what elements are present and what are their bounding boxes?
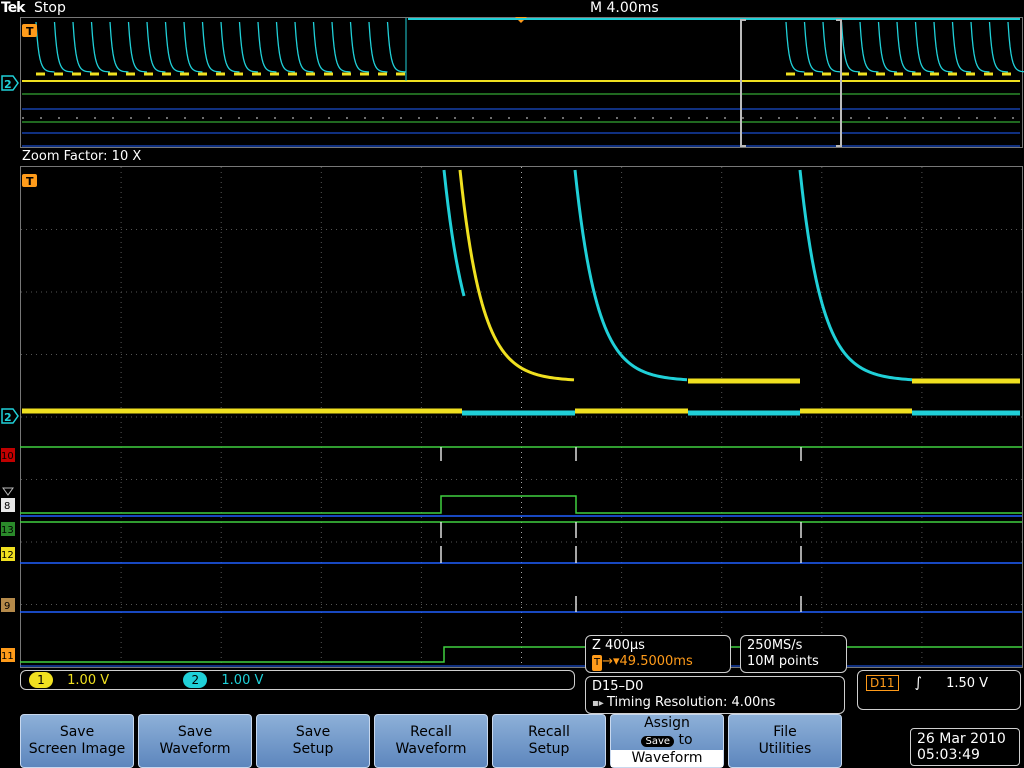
- timing-icon: ▪▸: [592, 698, 607, 709]
- zoom-scale: Z 400µs: [592, 638, 645, 653]
- d12-marker[interactable]: 12: [1, 547, 15, 561]
- d8-marker[interactable]: 8: [1, 487, 15, 512]
- d9-marker[interactable]: 9: [1, 598, 15, 612]
- zoom-trigger-marker: T: [22, 174, 37, 188]
- svg-text:13: 13: [1, 525, 14, 536]
- save-screen-image-button[interactable]: Save Screen Image: [20, 714, 134, 768]
- sample-rate: 250MS/s: [747, 638, 803, 653]
- ch2-scale: 1.00 V: [221, 673, 264, 688]
- arrow-icon: →▾: [602, 654, 620, 669]
- zoom-window-bracket[interactable]: [740, 19, 842, 147]
- svg-text:2: 2: [4, 411, 12, 424]
- time: 05:03:49: [917, 747, 980, 763]
- svg-text:2: 2: [4, 78, 12, 91]
- waveform-display[interactable]: T 2 T 2 10 8 13 12 9 11: [0, 0, 1024, 714]
- d13-marker[interactable]: 13: [1, 522, 15, 536]
- overview-ch2-marker[interactable]: 2: [1, 75, 19, 91]
- svg-text:T: T: [26, 175, 34, 188]
- overview-trigger-marker: T: [22, 24, 37, 38]
- save-key-icon: Save: [641, 736, 675, 747]
- timing-resolution: ▪▸ Timing Resolution: 4.00ns: [592, 695, 776, 710]
- overview-traces: [22, 18, 1024, 147]
- file-utilities-button[interactable]: File Utilities: [728, 714, 842, 768]
- zoom-factor-label: Zoom Factor: 10 X: [22, 149, 142, 164]
- zoom-grid: [21, 167, 1022, 667]
- trigger-icon: T: [592, 655, 603, 671]
- ch1-badge[interactable]: 1: [29, 672, 53, 688]
- ch1-scale: 1.00 V: [67, 673, 110, 688]
- acquisition-readout[interactable]: 250MS/s 10M points: [740, 635, 847, 673]
- d10-marker[interactable]: 10: [1, 448, 15, 462]
- digital-readout[interactable]: D15–D0 ▪▸ Timing Resolution: 4.00ns: [585, 676, 845, 714]
- digital-group: D15–D0: [592, 679, 644, 694]
- ch2-ground-marker[interactable]: 2: [1, 408, 19, 424]
- date: 26 Mar 2010: [917, 731, 1006, 747]
- svg-text:T: T: [26, 25, 34, 38]
- ch2-badge[interactable]: 2: [183, 672, 208, 688]
- svg-text:8: 8: [4, 501, 10, 512]
- record-length: 10M points: [747, 654, 819, 669]
- trigger-readout[interactable]: D11 ∫ 1.50 V: [857, 670, 1021, 710]
- trigger-level: 1.50 V: [946, 676, 989, 691]
- recall-waveform-button[interactable]: Recall Waveform: [374, 714, 488, 768]
- svg-text:9: 9: [4, 601, 10, 612]
- date-time: 26 Mar 2010 05:03:49: [910, 728, 1020, 766]
- recall-setup-button[interactable]: Recall Setup: [492, 714, 606, 768]
- svg-text:11: 11: [1, 651, 14, 662]
- d11-marker[interactable]: 11: [1, 648, 15, 662]
- trigger-source: D11: [866, 675, 899, 691]
- zoom-position-readout[interactable]: Z 400µs T →▾49.5000ms: [585, 635, 731, 673]
- svg-text:10: 10: [1, 451, 14, 462]
- overview-graticule: [20, 17, 1023, 148]
- save-waveform-button[interactable]: Save Waveform: [138, 714, 252, 768]
- assign-save-button[interactable]: Assign Save to Waveform: [610, 714, 724, 768]
- zoom-position: T →▾49.5000ms: [592, 654, 693, 671]
- channel-scale-bar[interactable]: 1 1.00 V 2 1.00 V: [20, 670, 575, 690]
- rising-edge-icon: ∫: [914, 675, 922, 691]
- svg-text:12: 12: [1, 550, 14, 561]
- save-setup-button[interactable]: Save Setup: [256, 714, 370, 768]
